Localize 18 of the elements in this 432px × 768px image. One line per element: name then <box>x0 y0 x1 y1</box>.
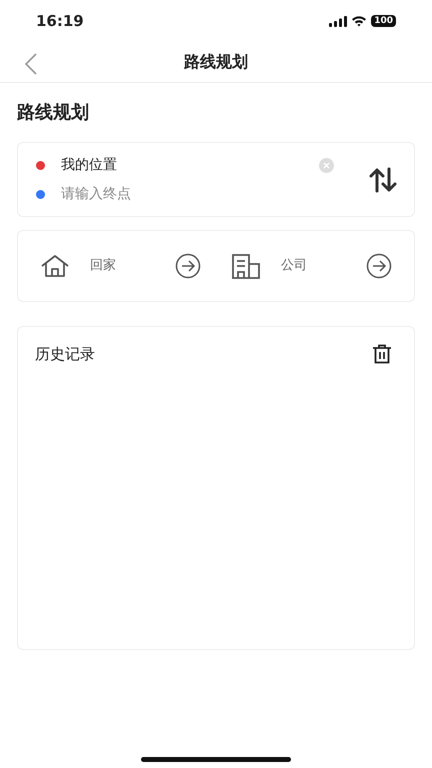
history-title: 历史记录 <box>35 344 95 365</box>
end-field[interactable]: 请输入终点 <box>61 184 281 204</box>
swap-button[interactable] <box>368 166 398 192</box>
wifi-icon <box>351 15 368 27</box>
signal-icon <box>329 16 348 26</box>
delete-button[interactable] <box>372 344 392 364</box>
battery-icon: 100 <box>371 15 396 27</box>
back-button[interactable] <box>24 51 38 75</box>
section-heading: 路线规划 <box>17 101 90 125</box>
start-field[interactable]: 我的位置 <box>61 154 281 176</box>
go-button[interactable] <box>175 253 201 279</box>
go-button[interactable] <box>366 253 392 279</box>
house-icon <box>40 254 70 278</box>
status-time: 16:19 <box>36 10 84 32</box>
page-title: 路线规划 <box>184 51 248 73</box>
shortcut-label: 公司 <box>281 257 307 276</box>
building-icon <box>231 253 261 279</box>
shortcut-label: 回家 <box>90 257 116 276</box>
